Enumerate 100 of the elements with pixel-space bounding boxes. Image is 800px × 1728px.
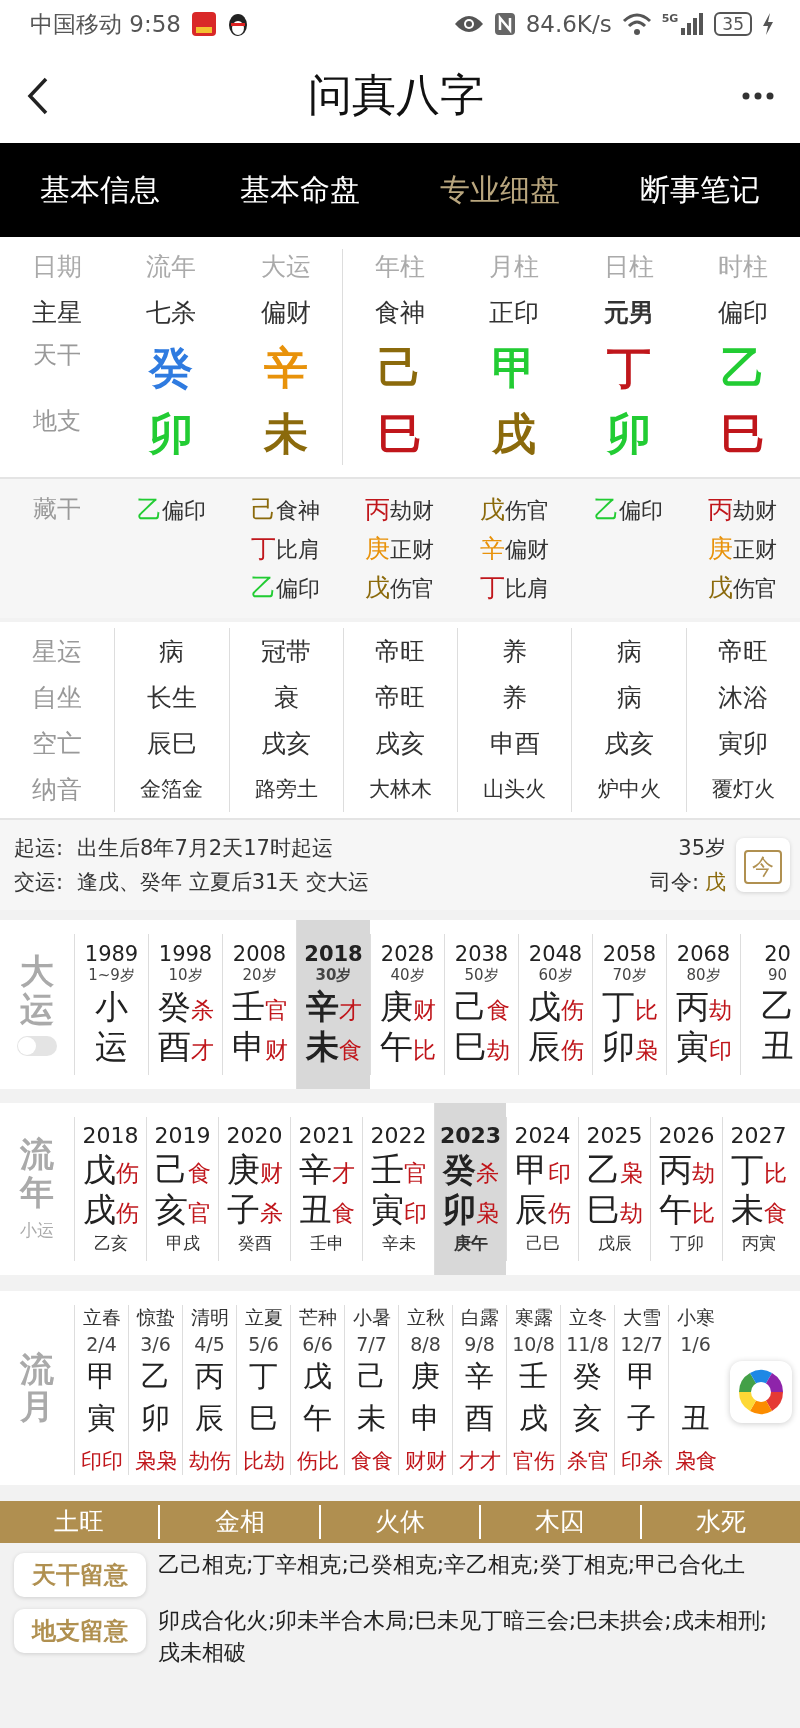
section-label: 流年 [20, 1136, 54, 1211]
stem-branch-char: 戊 [82, 1149, 116, 1191]
luck-column[interactable]: 2018 30岁 辛才 未食 [296, 920, 370, 1089]
year-column[interactable]: 2025 乙枭 巳劫 戊辰 [578, 1117, 650, 1261]
column-header: 流年 [145, 250, 198, 283]
luck-column[interactable]: 20 90 乙 丑 [740, 934, 800, 1075]
column-header: 年柱 [374, 250, 426, 283]
nfc-icon [493, 12, 516, 36]
network-type: 5G [661, 12, 679, 25]
year: 2026 [658, 1123, 715, 1148]
ten-god: 食 [486, 996, 510, 1025]
ten-gods: 杀官 [566, 1448, 609, 1475]
ten-god: 印 [547, 1159, 571, 1188]
hidden-stem: 己食神 [251, 494, 321, 526]
luck-column[interactable]: 1989 1~9岁 小 运 [74, 934, 148, 1075]
row-label: 藏干 [33, 494, 82, 525]
app-shortcut-icon[interactable] [730, 1361, 792, 1423]
year-column[interactable]: 2021 辛才 丑食 壬申 [290, 1117, 362, 1261]
table-cell-text: 山头火 [482, 776, 548, 803]
stem-branch-char: 辛 [305, 986, 339, 1028]
table-cell-text: 沐浴 [717, 681, 770, 714]
luck-column[interactable]: 2038 50岁 己食 巳劫 [444, 934, 518, 1075]
earthly-branch: 戌 [491, 406, 538, 461]
term-date: 5/6 [248, 1333, 279, 1355]
year-column[interactable]: 2027 丁比 未食 丙寅 [722, 1117, 794, 1261]
row-label: 主星 [31, 296, 84, 329]
branch-char: 丑 [681, 1401, 710, 1435]
branch-char: 酉 [465, 1401, 494, 1435]
earthly-branch: 卯 [605, 406, 652, 461]
tab[interactable]: 断事笔记 [600, 143, 800, 237]
ten-god: 劫 [708, 996, 732, 1025]
page-title: 问真八字 [307, 68, 485, 122]
hidden-stem: 乙偏印 [251, 572, 321, 604]
ten-god: 杀 [475, 1159, 499, 1188]
ten-gods: 枭食 [674, 1448, 717, 1475]
tab[interactable]: 基本命盘 [200, 143, 400, 237]
table-cell-text: 覆灯火 [710, 776, 776, 803]
note-tag: 地支留意 [14, 1609, 146, 1653]
ten-god: 财 [264, 1036, 288, 1065]
solar-term: 小暑 [352, 1305, 391, 1330]
row-label: 自坐 [31, 681, 84, 714]
stem-char: 己 [357, 1359, 386, 1393]
luck-column[interactable]: 1998 10岁 癸杀 酉才 [148, 934, 222, 1075]
hidden-stem: 庚正财 [365, 533, 435, 565]
stem-branch-char: 未 [305, 1026, 339, 1068]
stem-branch-char: 酉 [157, 1026, 191, 1068]
heavenly-stem: 甲 [491, 340, 538, 395]
year-column[interactable]: 2026 丙劫 午比 丁卯 [650, 1117, 722, 1261]
branch-char: 辰 [195, 1401, 224, 1435]
signal-icon [680, 12, 705, 36]
year-column[interactable]: 2023 癸杀 卯枭 庚午 [434, 1103, 506, 1275]
table-cell-text: 养 [501, 681, 529, 714]
stem-branch-char: 子 [226, 1189, 260, 1231]
table-cell-text: 戌亥 [374, 727, 427, 760]
ten-god: 财 [412, 996, 436, 1025]
year-column[interactable]: 2018 戊伤 戌伤 乙亥 [74, 1117, 146, 1261]
tab[interactable]: 基本信息 [0, 143, 200, 237]
year: 2038 [454, 942, 509, 966]
ten-gods: 伤比 [296, 1448, 339, 1475]
tab[interactable]: 专业细盘 [400, 143, 600, 237]
minor-luck: 癸酉 [237, 1232, 272, 1255]
term-date: 8/8 [410, 1333, 441, 1355]
year-column[interactable]: 2024 甲 印 辰伤 己巳 [506, 1117, 578, 1261]
term-date: 3/6 [140, 1333, 171, 1355]
term-date: 6/6 [302, 1333, 333, 1355]
stem-branch-char: 乙 [761, 985, 794, 1027]
branch-char: 申 [411, 1401, 440, 1435]
solar-term: 清明 [190, 1305, 229, 1330]
solar-term: 惊蛰 [136, 1305, 175, 1330]
ten-god: 枭 [634, 1036, 658, 1065]
stem-branch-char: 己 [453, 986, 487, 1028]
element-state: 土旺 [53, 1506, 106, 1538]
age: 70岁 [612, 966, 647, 985]
year: 2058 [602, 942, 657, 966]
stem-branch-char: 丁 [730, 1149, 764, 1191]
element-state: 木囚 [479, 1505, 640, 1539]
back-icon[interactable] [26, 75, 50, 116]
table-cell-text: 辰巳 [145, 727, 198, 760]
main-star-label: 偏财 [259, 296, 312, 329]
luck-column[interactable]: 2028 40岁 庚财 午比 [370, 934, 444, 1075]
stem-char: 癸 [573, 1359, 602, 1393]
stem-char: 乙 [141, 1359, 170, 1393]
branch-char: 戌 [519, 1401, 548, 1435]
table-cell-text: 病 [615, 635, 643, 668]
heavenly-stem: 己 [377, 340, 423, 395]
year-column[interactable]: 2019 己食 亥官 甲戌 [146, 1117, 218, 1261]
toggle-switch[interactable] [17, 1035, 57, 1056]
heavenly-stem: 丁 [605, 340, 652, 395]
more-icon[interactable] [742, 91, 774, 100]
luck-column[interactable]: 2048 60岁 戊伤 辰伤 [518, 934, 592, 1075]
row-label: 日期 [31, 250, 84, 283]
note-tag: 天干留意 [14, 1553, 146, 1597]
term-date: 10/8 [512, 1333, 555, 1355]
ten-gods: 官伤 [512, 1448, 555, 1475]
luck-column[interactable]: 2058 70岁 丁比 卯枭 [592, 934, 666, 1075]
year-column[interactable]: 2020 庚财 子杀 癸酉 [218, 1117, 290, 1261]
stem-branch-char: 寅 [675, 1026, 709, 1068]
stem-char: 戊 [303, 1359, 332, 1393]
stem-branch-char: 丑 [761, 1025, 794, 1067]
luck-column[interactable]: 2068 80岁 丙劫 寅印 [666, 934, 740, 1075]
